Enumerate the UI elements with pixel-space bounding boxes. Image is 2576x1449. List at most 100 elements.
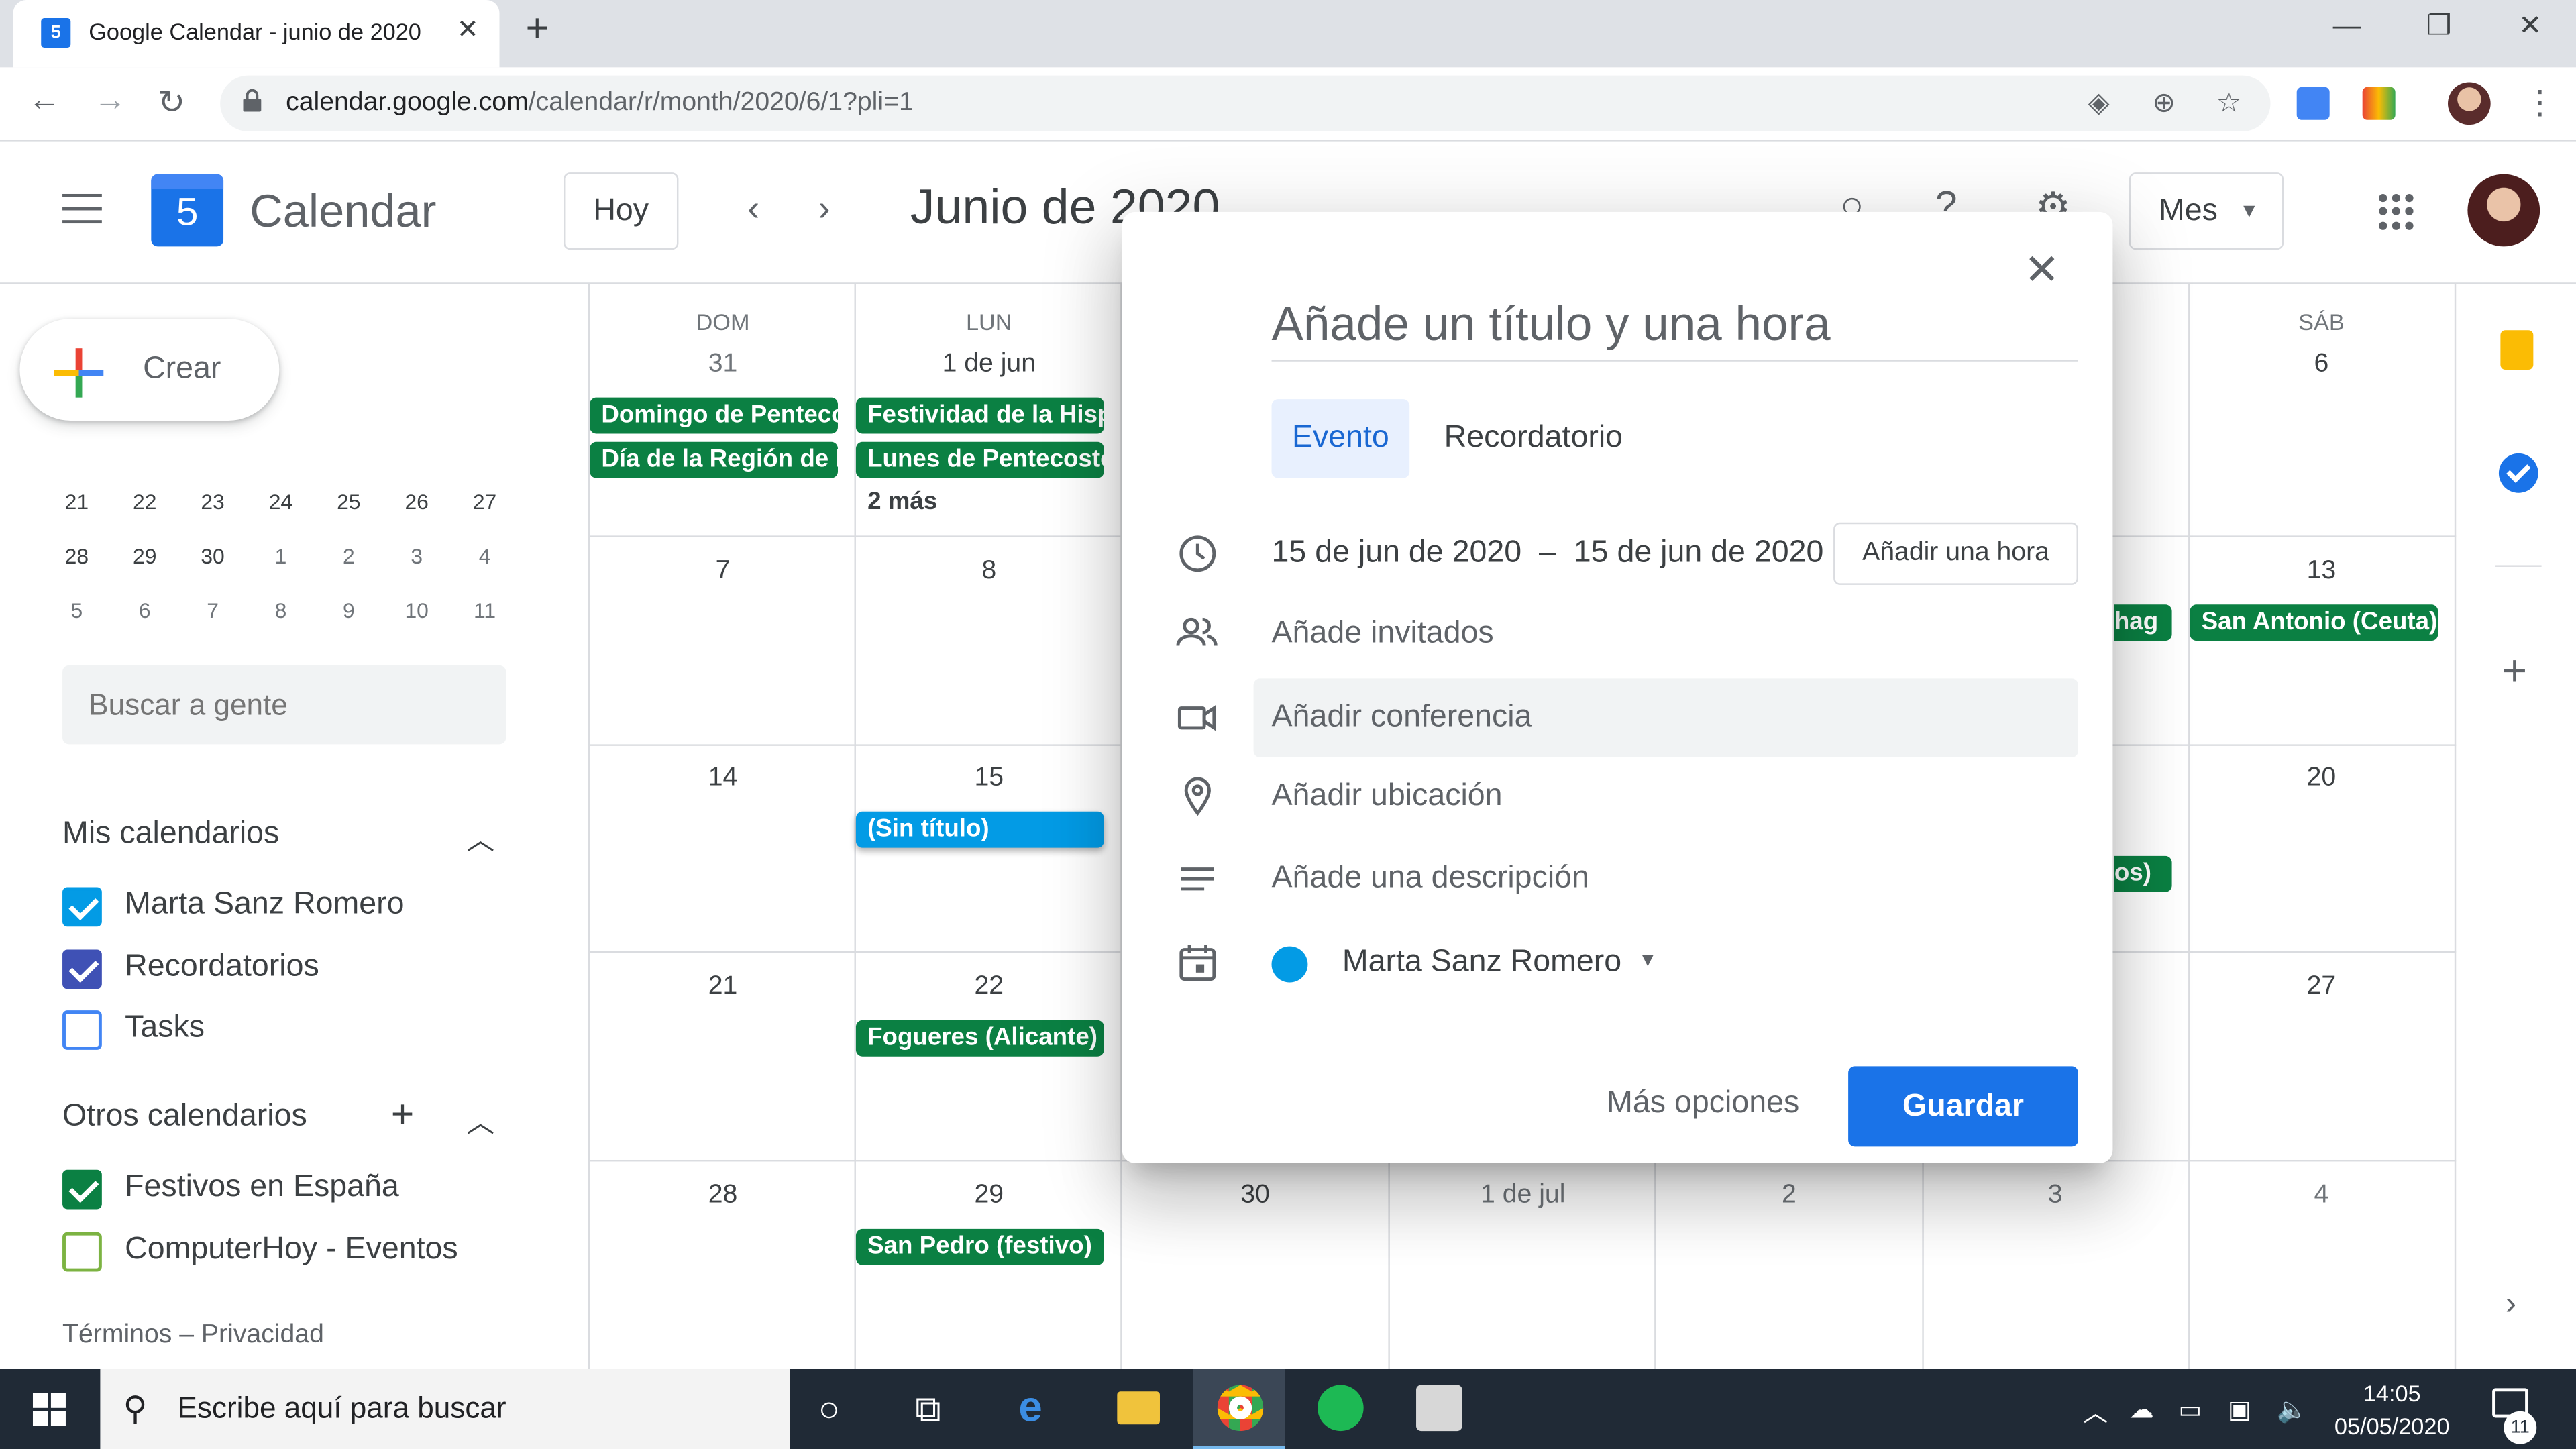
volume-icon[interactable]: 🔈 — [2277, 1395, 2308, 1425]
day-number[interactable]: 14 — [590, 764, 856, 794]
battery-icon[interactable]: ▭ — [2178, 1395, 2202, 1425]
event-chip[interactable]: Fogueres (Alicante) — [855, 1020, 1104, 1057]
create-button[interactable]: Crear — [19, 319, 280, 421]
translate-extension-icon[interactable] — [2296, 87, 2330, 120]
event-chip[interactable]: hag — [2114, 604, 2172, 641]
more-options-button[interactable]: Más opciones — [1607, 1086, 1799, 1122]
add-time-button[interactable]: Añadir una hora — [1833, 522, 2078, 585]
mini-day[interactable]: 5 — [43, 593, 111, 647]
event-chip[interactable]: os) — [2114, 855, 2172, 892]
day-number[interactable]: 27 — [2188, 973, 2455, 1002]
tab-close-icon[interactable]: ✕ — [457, 13, 479, 46]
mini-day[interactable]: 30 — [178, 539, 246, 593]
add-location-field[interactable]: Añadir ubicación — [1272, 779, 1503, 815]
more-events-link[interactable]: 2 más — [867, 488, 937, 516]
apps-grid-icon[interactable] — [2379, 193, 2415, 230]
main-menu-icon[interactable] — [62, 193, 102, 224]
spotify-icon[interactable] — [1318, 1385, 1364, 1432]
mini-day[interactable]: 8 — [247, 593, 315, 647]
mini-day[interactable]: 1 — [247, 539, 315, 593]
get-addons-plus-icon[interactable]: + — [2502, 645, 2527, 696]
keep-icon[interactable] — [2500, 330, 2534, 370]
onedrive-cloud-icon[interactable]: ☁ — [2129, 1395, 2154, 1425]
add-calendar-plus-icon[interactable]: + — [391, 1093, 414, 1139]
chevron-up-icon[interactable]: ︿ — [467, 816, 495, 857]
day-number[interactable]: 1 de jul — [1390, 1181, 1656, 1211]
mini-day[interactable]: 28 — [43, 539, 111, 593]
mini-day[interactable]: 23 — [178, 484, 246, 539]
mini-day[interactable]: 29 — [111, 539, 178, 593]
checkbox-unchecked-icon[interactable] — [62, 1232, 102, 1272]
next-month-icon[interactable]: › — [818, 187, 830, 230]
my-calendars-title[interactable]: Mis calendarios — [62, 816, 279, 853]
add-guests-field[interactable]: Añade invitados — [1272, 616, 1494, 652]
day-number[interactable]: 7 — [590, 557, 856, 586]
tab-event[interactable]: Evento — [1271, 399, 1410, 478]
add-conference-field[interactable]: Añadir conferencia — [1272, 700, 1532, 736]
mini-day[interactable]: 9 — [315, 593, 382, 647]
day-number[interactable]: 1 de jun — [856, 350, 1122, 380]
file-explorer-icon[interactable] — [1117, 1391, 1160, 1425]
day-number[interactable]: 4 — [2188, 1181, 2455, 1211]
mini-day[interactable]: 11 — [451, 593, 519, 647]
zoom-icon[interactable]: ⊕ — [2152, 87, 2176, 120]
mini-day[interactable]: 21 — [43, 484, 111, 539]
mini-day[interactable]: 26 — [383, 484, 451, 539]
event-chip[interactable]: San Pedro (festivo) — [855, 1228, 1104, 1265]
day-number[interactable]: 21 — [590, 973, 856, 1002]
windows-start-icon[interactable] — [32, 1393, 66, 1426]
new-tab-icon[interactable]: + — [526, 7, 549, 53]
mini-day[interactable]: 4 — [451, 539, 519, 593]
tasks-icon[interactable] — [2498, 453, 2538, 493]
event-title-input[interactable] — [1271, 292, 2078, 362]
calendar-selector[interactable]: Marta Sanz Romero ▼ — [1342, 945, 1658, 981]
bookmark-star-icon[interactable]: ☆ — [2216, 87, 2241, 120]
forward-icon[interactable]: → — [94, 82, 127, 119]
app-window-icon[interactable] — [1416, 1385, 1462, 1432]
date-range[interactable]: 15 de jun de 2020 – 15 de jun de 2020 — [1272, 535, 1824, 572]
mini-day[interactable]: 7 — [178, 593, 246, 647]
account-avatar[interactable] — [2467, 174, 2540, 247]
task-view-icon[interactable]: ⧉ — [915, 1388, 941, 1431]
day-number[interactable]: 8 — [856, 557, 1122, 586]
event-chip[interactable]: Lunes de Pentecostés — [855, 441, 1104, 478]
day-number[interactable]: 22 — [856, 973, 1122, 1002]
extension-icon[interactable] — [2362, 87, 2396, 120]
reload-icon[interactable]: ↻ — [158, 82, 185, 123]
draft-event-chip[interactable]: (Sin título) — [855, 811, 1104, 848]
cortana-icon[interactable]: ○ — [818, 1388, 841, 1431]
day-number[interactable]: 2 — [1656, 1181, 1923, 1211]
restore-icon[interactable]: ❐ — [2426, 10, 2451, 43]
add-description-field[interactable]: Añade una descripción — [1272, 861, 1589, 897]
day-number[interactable]: 13 — [2188, 557, 2455, 586]
mini-day[interactable]: 27 — [451, 484, 519, 539]
browser-tab[interactable]: 5 Google Calendar - junio de 2020 ✕ — [13, 0, 500, 68]
event-chip[interactable]: San Antonio (Ceuta) — [2190, 604, 2438, 641]
back-icon[interactable]: ← — [28, 82, 61, 119]
day-number[interactable]: 15 — [856, 764, 1122, 794]
event-chip[interactable]: Festividad de la Hispanidad — [855, 397, 1104, 434]
edge-icon[interactable]: e — [1018, 1382, 1042, 1433]
taskbar-clock[interactable]: 14:05 05/05/2020 — [2320, 1377, 2465, 1442]
checkbox-unchecked-icon[interactable] — [62, 1010, 102, 1050]
day-number[interactable]: 6 — [2188, 350, 2455, 380]
browser-profile-avatar[interactable] — [2448, 82, 2491, 125]
close-window-icon[interactable]: ✕ — [2518, 10, 2542, 43]
eye-icon[interactable]: ◈ — [2088, 87, 2110, 120]
mini-day[interactable]: 22 — [111, 484, 178, 539]
chrome-icon[interactable] — [1217, 1385, 1264, 1432]
minimize-icon[interactable]: — — [2333, 10, 2361, 43]
mini-day[interactable]: 10 — [383, 593, 451, 647]
day-number[interactable]: 3 — [1922, 1181, 2188, 1211]
search-people-input[interactable] — [62, 665, 506, 745]
prev-month-icon[interactable]: ‹ — [747, 187, 759, 230]
event-chip[interactable]: Domingo de Pentecostés — [590, 397, 838, 434]
tab-reminder[interactable]: Recordatorio — [1444, 399, 1623, 478]
save-button[interactable]: Guardar — [1848, 1066, 2078, 1147]
close-icon[interactable]: ✕ — [2024, 245, 2059, 296]
terms-privacy-links[interactable]: Términos – Privacidad — [62, 1321, 324, 1350]
today-button[interactable]: Hoy — [564, 172, 679, 250]
day-number[interactable]: 31 — [590, 350, 856, 380]
day-number[interactable]: 20 — [2188, 764, 2455, 794]
event-chip[interactable]: Día de la Región de Murcia — [590, 441, 838, 478]
